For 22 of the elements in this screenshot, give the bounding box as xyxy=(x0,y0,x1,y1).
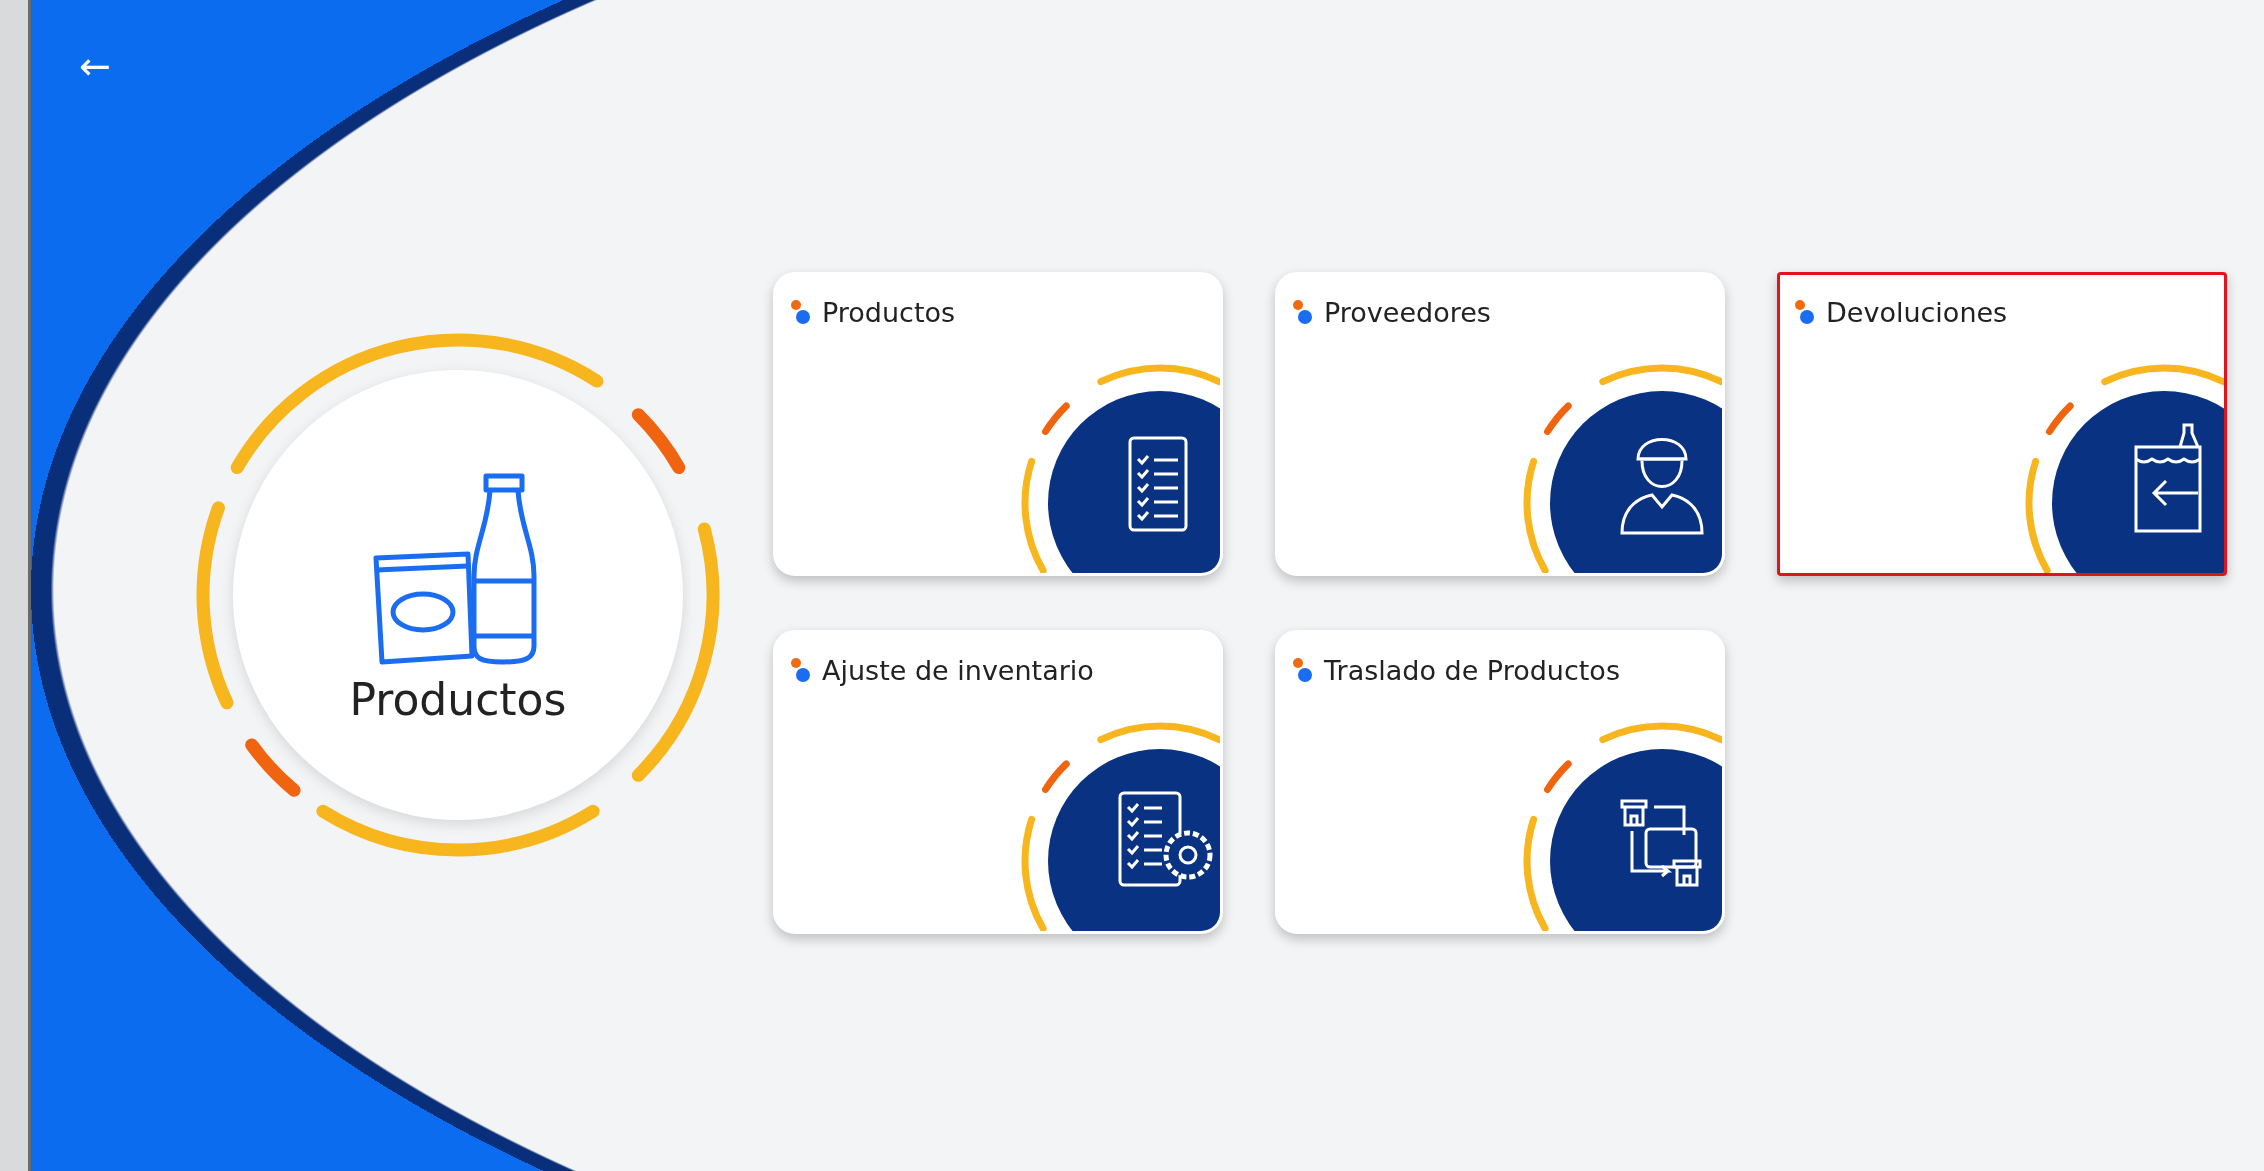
store-transfer-icon xyxy=(1620,799,1702,887)
back-button[interactable]: ← xyxy=(71,40,119,92)
dots-icon xyxy=(790,656,812,685)
checklist-gear-icon xyxy=(1118,791,1213,887)
checklist-icon xyxy=(1128,436,1188,532)
dots-icon xyxy=(1794,298,1816,327)
bag-return-icon xyxy=(2134,423,2202,533)
dots-icon xyxy=(1292,656,1314,685)
hero-title: Productos xyxy=(349,673,567,725)
person-icon xyxy=(1620,438,1704,535)
menu-card[interactable]: Devoluciones xyxy=(1777,272,2227,576)
card-title: Proveedores xyxy=(1324,297,1491,328)
card-title: Devoluciones xyxy=(1826,297,2008,328)
dots-icon xyxy=(1292,298,1314,327)
card-title: Ajuste de inventario xyxy=(822,655,1094,686)
menu-card[interactable]: Proveedores xyxy=(1275,272,1725,576)
card-title: Traslado de Productos xyxy=(1324,655,1620,686)
menu-card[interactable]: Traslado de Productos xyxy=(1275,630,1725,934)
menu-card[interactable]: Ajuste de inventario xyxy=(773,630,1223,934)
dots-icon xyxy=(790,298,812,327)
menu-card[interactable]: Productos xyxy=(773,272,1223,576)
card-title: Productos xyxy=(822,297,956,328)
